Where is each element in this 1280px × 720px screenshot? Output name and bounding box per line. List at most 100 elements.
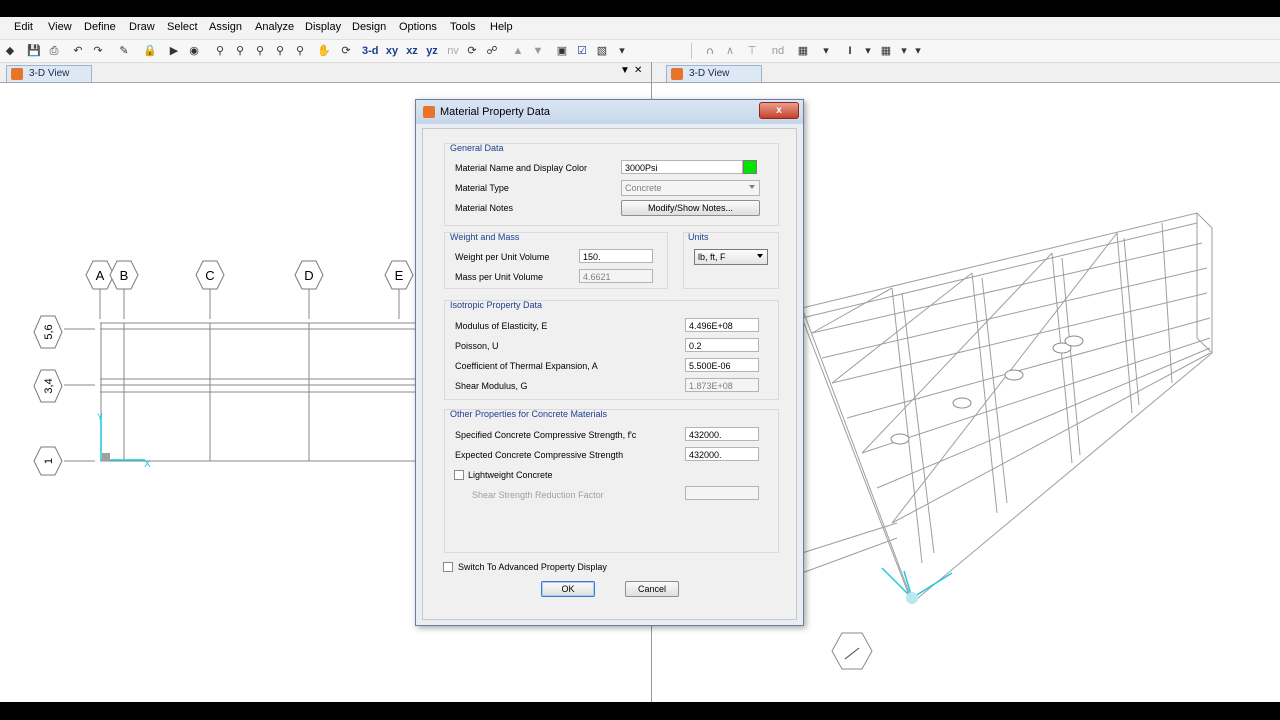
modify-notes-button[interactable]: Modify/Show Notes... bbox=[621, 200, 760, 216]
menu-display[interactable]: Display bbox=[305, 21, 341, 33]
undo-icon[interactable]: ↶ bbox=[70, 42, 86, 60]
menu-select[interactable]: Select bbox=[167, 21, 198, 33]
refresh-icon[interactable]: ⟳ bbox=[464, 42, 480, 60]
display-color-swatch[interactable] bbox=[743, 160, 757, 174]
dropdown-icon[interactable]: ▾ bbox=[910, 42, 926, 60]
close-icon[interactable]: x bbox=[759, 102, 799, 119]
view-xy-button[interactable]: xy bbox=[384, 42, 400, 60]
menu-help[interactable]: Help bbox=[490, 21, 513, 33]
lightweight-concrete-checkbox[interactable] bbox=[454, 470, 464, 480]
3d-axis-icon bbox=[881, 567, 953, 599]
axis-x-icon: X bbox=[144, 459, 151, 470]
modulus-input[interactable]: 4.496E+08 bbox=[685, 318, 759, 332]
zoom-in-icon[interactable]: ⚲ bbox=[252, 42, 268, 60]
units-value: lb, ft, F bbox=[698, 252, 726, 262]
rotate-icon[interactable]: ⟳ bbox=[338, 42, 354, 60]
pencil-icon[interactable]: ✎ bbox=[116, 42, 132, 60]
toolbar-separator bbox=[691, 43, 692, 59]
dropdown-icon[interactable]: ▾ bbox=[818, 42, 834, 60]
material-notes-label: Material Notes bbox=[455, 203, 514, 213]
toolbar: ◆ 💾 ⎙ ↶ ↷ ✎ 🔒 ▶ ◉ ⚲ ⚲ ⚲ ⚲ ⚲ ✋ ⟳ 3-d xy x… bbox=[0, 40, 1280, 63]
sel-icon[interactable]: ▧ bbox=[594, 42, 610, 60]
pier-icon[interactable]: ▦ bbox=[795, 42, 811, 60]
brace-icon[interactable]: ∧ bbox=[722, 42, 738, 60]
chevron-down-icon bbox=[757, 254, 763, 258]
print-icon[interactable]: ⎙ bbox=[46, 42, 62, 60]
menu-analyze[interactable]: Analyze bbox=[255, 21, 294, 33]
tab-close-icon[interactable]: ✕ bbox=[634, 65, 642, 76]
animate-icon[interactable]: ◉ bbox=[186, 42, 202, 60]
zoom-restore-icon[interactable]: ⚲ bbox=[232, 42, 248, 60]
draw-nd-button[interactable]: nd bbox=[770, 42, 786, 60]
view-xz-button[interactable]: xz bbox=[404, 42, 420, 60]
save-icon[interactable]: 💾 bbox=[26, 42, 42, 60]
menu-draw[interactable]: Draw bbox=[129, 21, 155, 33]
etabs-icon bbox=[11, 68, 23, 80]
frame-icon[interactable]: ∩ bbox=[702, 42, 718, 60]
pointer-icon[interactable]: ◆ bbox=[2, 42, 18, 60]
poisson-input[interactable]: 0.2 bbox=[685, 338, 759, 352]
tab-menu-icon[interactable]: ▼ bbox=[620, 65, 630, 76]
fc-input[interactable]: 432000. bbox=[685, 427, 759, 441]
view-3d-button[interactable]: 3-d bbox=[362, 42, 379, 60]
mass-per-volume-label: Mass per Unit Volume bbox=[455, 272, 544, 282]
run-icon[interactable]: ▶ bbox=[166, 42, 182, 60]
material-name-label: Material Name and Display Color bbox=[455, 163, 588, 173]
check-icon[interactable]: ☑ bbox=[574, 42, 590, 60]
tab-3d-view-right[interactable]: 3-D View bbox=[666, 65, 762, 82]
grid-label-row: 5,6 bbox=[43, 324, 55, 339]
tab-label: 3-D View bbox=[29, 68, 70, 79]
mass-per-volume-input: 4.6621 bbox=[579, 269, 653, 283]
down-arrow-icon[interactable]: ▼ bbox=[530, 42, 546, 60]
ok-button[interactable]: OK bbox=[541, 581, 595, 597]
menu-view[interactable]: View bbox=[48, 21, 72, 33]
menu-define[interactable]: Define bbox=[84, 21, 116, 33]
view-nv-button[interactable]: nv bbox=[445, 42, 461, 60]
expected-strength-label: Expected Concrete Compressive Strength bbox=[455, 450, 624, 460]
view-yz-button[interactable]: yz bbox=[424, 42, 440, 60]
dropdown-icon[interactable]: ▾ bbox=[860, 42, 876, 60]
dropdown-icon[interactable]: ▾ bbox=[614, 42, 630, 60]
tab-3d-view-left[interactable]: 3-D View bbox=[6, 65, 92, 82]
lock-icon[interactable]: 🔒 bbox=[142, 42, 158, 60]
shear-modulus-input: 1.873E+08 bbox=[685, 378, 759, 392]
grid-label-row: 1 bbox=[43, 458, 55, 464]
thermal-expansion-input[interactable]: 5.500E-06 bbox=[685, 358, 759, 372]
menu-design[interactable]: Design bbox=[352, 21, 386, 33]
shear-modulus-label: Shear Modulus, G bbox=[455, 381, 528, 391]
zoom-full-icon[interactable]: ⚲ bbox=[292, 42, 308, 60]
menu-tools[interactable]: Tools bbox=[450, 21, 476, 33]
up-arrow-icon[interactable]: ▲ bbox=[510, 42, 526, 60]
dialog-title: Material Property Data bbox=[440, 106, 551, 118]
show-all-icon[interactable]: ▣ bbox=[554, 42, 570, 60]
draw-section-button[interactable]: I bbox=[842, 42, 858, 60]
origin-marker bbox=[102, 453, 110, 461]
weight-per-volume-input[interactable]: 150. bbox=[579, 249, 653, 263]
isotropic-title: Isotropic Property Data bbox=[450, 300, 543, 310]
redo-icon[interactable]: ↷ bbox=[90, 42, 106, 60]
lightweight-concrete-label: Lightweight Concrete bbox=[468, 470, 553, 480]
left-tab-row: 3-D View ▼ ✕ bbox=[0, 63, 651, 83]
cancel-button[interactable]: Cancel bbox=[625, 581, 679, 597]
weight-per-volume-label: Weight per Unit Volume bbox=[455, 252, 550, 262]
area-icon[interactable]: ▦ bbox=[878, 42, 894, 60]
pan-icon[interactable]: ✋ bbox=[316, 42, 332, 60]
poisson-label: Poisson, U bbox=[455, 341, 499, 351]
link-icon[interactable]: ☍ bbox=[484, 42, 500, 60]
zoom-window-icon[interactable]: ⚲ bbox=[212, 42, 228, 60]
menu-edit[interactable]: Edit bbox=[14, 21, 33, 33]
material-type-select[interactable]: Concrete bbox=[621, 180, 760, 196]
dialog-titlebar[interactable]: Material Property Data x bbox=[416, 100, 803, 124]
expected-strength-input[interactable]: 432000. bbox=[685, 447, 759, 461]
menu-assign[interactable]: Assign bbox=[209, 21, 242, 33]
advanced-display-checkbox[interactable] bbox=[443, 562, 453, 572]
zoom-out-icon[interactable]: ⚲ bbox=[272, 42, 288, 60]
top-black-bar bbox=[0, 0, 1280, 17]
etabs-icon bbox=[671, 68, 683, 80]
beam-icon[interactable]: ⊤ bbox=[744, 42, 760, 60]
units-select[interactable]: lb, ft, F bbox=[694, 249, 768, 265]
grid-label-col: D bbox=[304, 268, 313, 283]
material-property-dialog: Material Property Data x General Data Ma… bbox=[415, 99, 804, 626]
material-name-input[interactable]: 3000Psi bbox=[621, 160, 743, 174]
menu-options[interactable]: Options bbox=[399, 21, 437, 33]
